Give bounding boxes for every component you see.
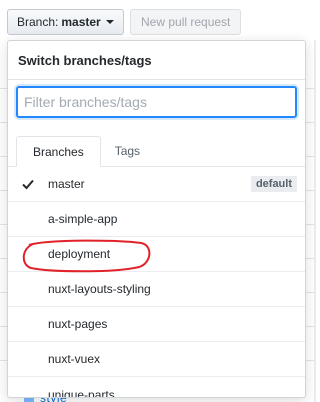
default-badge: default [250, 176, 297, 192]
branch-name: unique-parts [48, 387, 115, 398]
check-icon [22, 178, 34, 190]
branch-item-deployment[interactable]: deployment [8, 237, 305, 273]
branch-name: nuxt-pages [48, 317, 108, 331]
filter-branches-input[interactable] [16, 86, 297, 118]
branch-name: nuxt-vuex [48, 352, 101, 366]
branch-name: master [48, 177, 85, 191]
branch-name: deployment [48, 247, 111, 261]
branch-list: master default a-simple-app deployment n… [8, 167, 305, 398]
page: style Branch: master New pull request Sw… [0, 0, 316, 402]
branch-tag-tabs: Branches Tags [8, 136, 305, 167]
branch-item-a-simple-app[interactable]: a-simple-app [8, 202, 305, 237]
branch-item-nuxt-vuex[interactable]: nuxt-vuex [8, 342, 305, 377]
branch-select-prefix: Branch: [17, 15, 59, 29]
new-pull-request-button[interactable]: New pull request [130, 9, 242, 35]
branch-select-button[interactable]: Branch: master [7, 9, 124, 35]
background-panel-edge [314, 40, 316, 402]
branch-item-nuxt-pages[interactable]: nuxt-pages [8, 307, 305, 342]
branch-item-unique-parts[interactable]: unique-parts [8, 377, 305, 398]
check-slot [8, 178, 48, 190]
branch-select-current: master [61, 15, 101, 29]
filter-container [8, 80, 305, 128]
branch-item-master[interactable]: master default [8, 167, 305, 202]
branch-item-nuxt-layouts-styling[interactable]: nuxt-layouts-styling [8, 272, 305, 307]
branch-name: a-simple-app [48, 212, 118, 226]
caret-down-icon [105, 20, 114, 24]
tab-tags[interactable]: Tags [101, 136, 154, 166]
dropdown-title: Switch branches/tags [8, 41, 305, 80]
tab-branches[interactable]: Branches [16, 136, 101, 167]
branch-switcher-dropdown: Switch branches/tags Branches Tags maste… [7, 40, 306, 398]
branch-name: nuxt-layouts-styling [48, 282, 151, 296]
